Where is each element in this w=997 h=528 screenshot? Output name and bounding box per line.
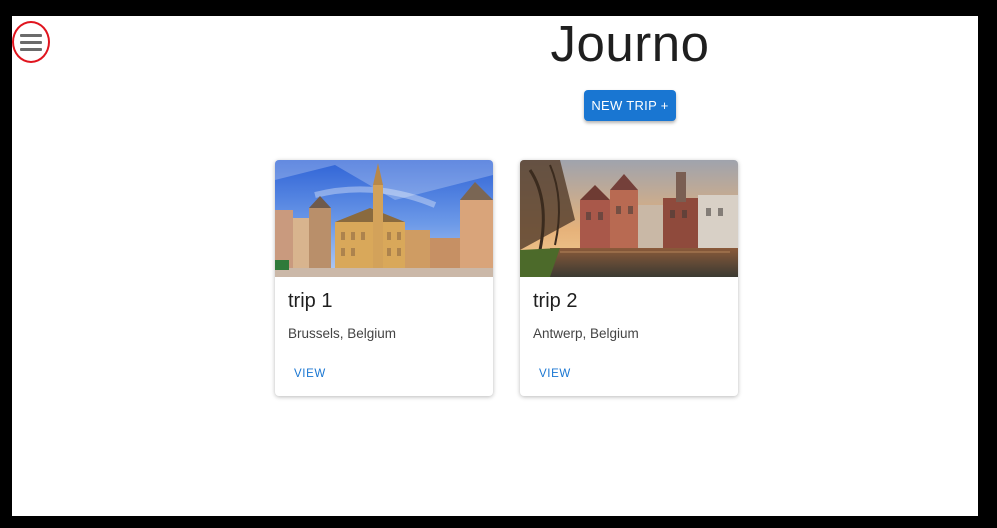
trip-title: trip 1 [288, 290, 333, 312]
view-trip-button[interactable]: VIEW [283, 364, 337, 384]
trip-card-image [520, 160, 738, 277]
trip-location: Antwerp, Belgium [533, 326, 639, 341]
trip-title: trip 2 [533, 290, 578, 312]
trip-card: trip 2 Antwerp, Belgium VIEW [520, 160, 738, 396]
trip-location: Brussels, Belgium [288, 326, 397, 341]
app-title: Journo [550, 16, 710, 72]
new-trip-button[interactable]: NEW TRIP + [584, 90, 676, 121]
app-window: Journo NEW TRIP + trip 1 Brussels, Belgi… [12, 16, 978, 516]
view-trip-button[interactable]: VIEW [528, 364, 582, 384]
trip-card: trip 1 Brussels, Belgium VIEW [275, 160, 493, 396]
trip-card-image [275, 160, 493, 277]
